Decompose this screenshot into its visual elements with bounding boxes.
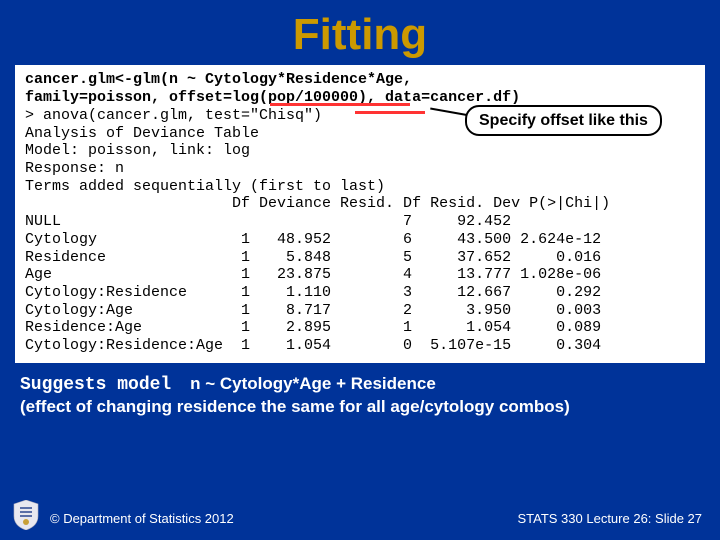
slide-number: STATS 330 Lecture 26: Slide 27: [517, 511, 702, 526]
slide: Fitting cancer.glm<-glm(n ~ Cytology*Res…: [0, 0, 720, 540]
anova-l7: Residence 1 5.848 5 37.652 0.016: [25, 249, 601, 266]
anova-l10: Cytology:Age 1 8.717 2 3.950 0.003: [25, 302, 601, 319]
anova-l9: Cytology:Residence 1 1.110 3 12.667 0.29…: [25, 284, 601, 301]
anova-l5: NULL 7 92.452: [25, 213, 601, 230]
conclusion-lead: Suggests model: [20, 375, 171, 395]
anova-l0: Analysis of Deviance Table: [25, 125, 259, 142]
university-crest-icon: [12, 500, 40, 530]
anova-l6: Cytology 1 48.952 6 43.500 2.624e-12: [25, 231, 601, 248]
callout-box: Specify offset like this: [465, 105, 662, 136]
anova-l1: Model: poisson, link: log: [25, 142, 250, 159]
code-line-1: cancer.glm<-glm(n ~ Cytology*Residence*A…: [25, 71, 695, 89]
anova-cmd: > anova(cancer.glm, test="Chisq"): [25, 107, 322, 124]
anova-l2: Response: n: [25, 160, 124, 177]
conclusion-sub: (effect of changing residence the same f…: [20, 397, 570, 416]
anova-l3: Terms added sequentially (first to last): [25, 178, 385, 195]
footer: © Department of Statistics 2012 STATS 33…: [0, 502, 720, 532]
copyright: © Department of Statistics 2012: [50, 511, 234, 526]
anova-l4: Df Deviance Resid. Df Resid. Dev P(>|Chi…: [25, 195, 610, 212]
callout-text: Specify offset like this: [479, 112, 648, 129]
anova-output: > anova(cancer.glm, test="Chisq") Analys…: [25, 107, 695, 355]
anova-l12: Cytology:Residence:Age 1 1.054 0 5.107e-…: [25, 337, 601, 354]
slide-title: Fitting: [0, 0, 720, 65]
anova-l11: Residence:Age 1 2.895 1 1.054 0.089: [25, 319, 601, 336]
offset-underline-2: [355, 107, 425, 114]
anova-l8: Age 1 23.875 4 13.777 1.028e-06: [25, 266, 601, 283]
code-panel: cancer.glm<-glm(n ~ Cytology*Residence*A…: [15, 65, 705, 363]
offset-underline: [270, 99, 410, 106]
conclusion-model: n ~ Cytology*Age + Residence: [190, 374, 436, 393]
conclusion: Suggests model n ~ Cytology*Age + Reside…: [20, 373, 700, 418]
